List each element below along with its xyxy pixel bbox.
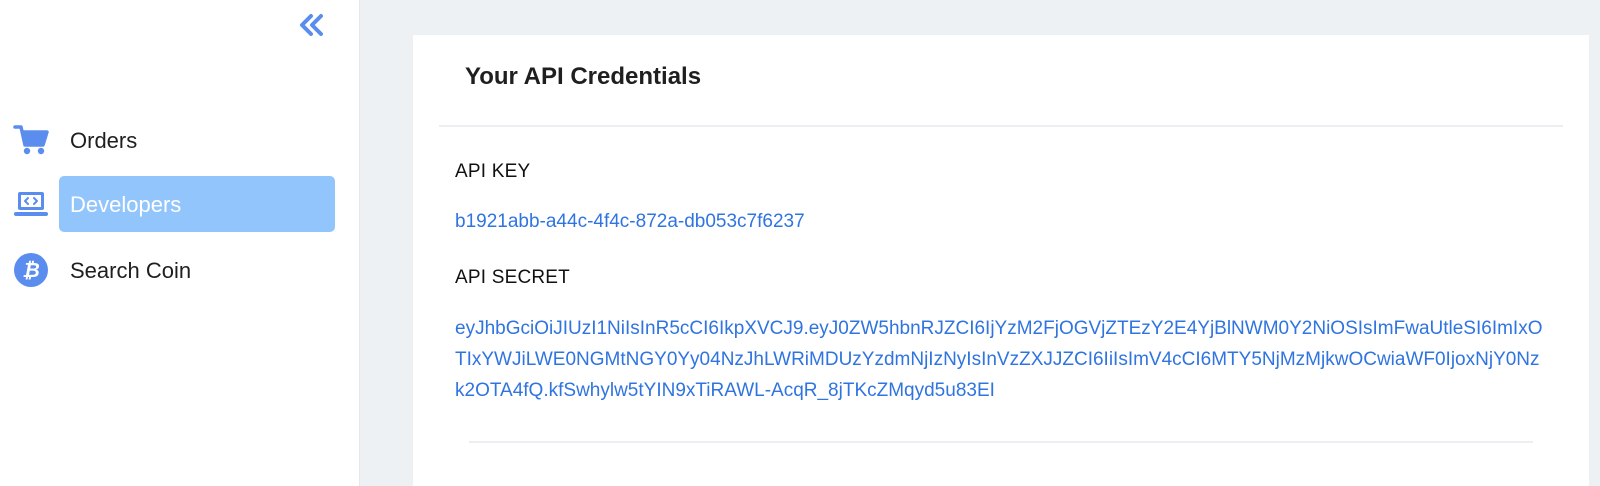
sidebar-item-search-coin[interactable]: ₿ Search Coin <box>0 242 360 298</box>
sidebar-item-developers[interactable]: Developers <box>0 176 360 232</box>
api-key-label: API KEY <box>455 161 531 182</box>
api-secret-value[interactable]: eyJhbGciOiJIUzI1NiIsInR5cCI6IkpXVCJ9.eyJ… <box>455 313 1545 406</box>
divider <box>469 441 1533 443</box>
laptop-code-icon <box>12 186 50 222</box>
card-title: Your API Credentials <box>465 63 702 90</box>
sidebar-item-label: Orders <box>70 128 138 153</box>
divider <box>439 125 1563 127</box>
sidebar-item-orders[interactable]: Orders <box>0 112 360 168</box>
api-secret-label: API SECRET <box>455 267 570 288</box>
cart-icon <box>12 122 50 158</box>
collapse-sidebar-button[interactable] <box>294 13 328 41</box>
svg-text:₿: ₿ <box>22 258 40 282</box>
sidebar-item-label: Developers <box>70 192 182 217</box>
api-credentials-card: Your API Credentials API KEY b1921abb-a4… <box>413 35 1589 486</box>
api-key-value[interactable]: b1921abb-a44c-4f4c-872a-db053c7f6237 <box>455 206 805 237</box>
double-chevron-left-icon <box>296 13 326 42</box>
sidebar: Orders Developers ₿ Search Coin <box>0 0 360 486</box>
bitcoin-icon: ₿ <box>12 252 50 288</box>
app: Orders Developers ₿ Search Coin Your API… <box>0 0 1600 486</box>
sidebar-item-label: Search Coin <box>70 258 192 283</box>
